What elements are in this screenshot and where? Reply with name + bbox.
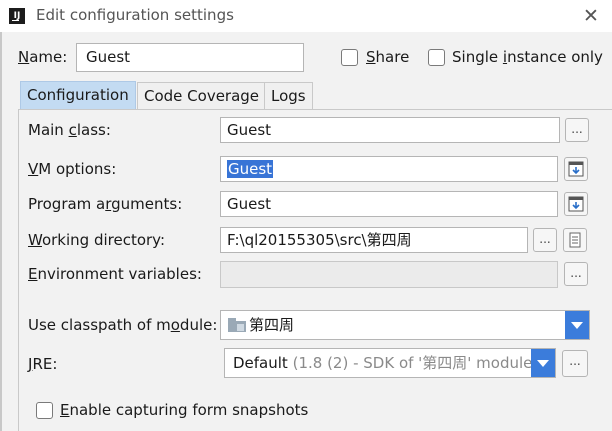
browse-ellipsis-icon: ... (539, 232, 551, 246)
jre-browse-button[interactable]: ... (562, 350, 588, 377)
program-arguments-input[interactable]: Guest (220, 191, 558, 217)
environment-variables-label: Environment variables: (28, 265, 202, 283)
tab-logs[interactable]: Logs (264, 82, 313, 109)
window-title: Edit configuration settings (36, 6, 234, 24)
environment-variables-input[interactable] (220, 261, 558, 288)
title-bar: IJ Edit configuration settings ✕ (0, 0, 612, 32)
vm-options-input[interactable]: Guest (220, 156, 558, 182)
main-class-label: Main class: (28, 121, 111, 139)
environment-variables-browse-button[interactable]: ... (564, 262, 588, 286)
chevron-down-icon[interactable] (531, 349, 555, 377)
browse-ellipsis-icon: ... (571, 122, 583, 136)
jre-value: Default (233, 354, 288, 372)
share-checkbox[interactable] (341, 49, 358, 66)
chevron-down-icon[interactable] (565, 311, 589, 339)
classpath-module-label: Use classpath of module: (28, 316, 218, 334)
document-macro-icon (569, 232, 581, 248)
working-directory-label: Working directory: (28, 231, 166, 249)
expand-text-icon (568, 161, 584, 177)
expand-text-icon (568, 196, 584, 212)
jre-select[interactable]: Default (1.8 (2) - SDK of '第四周' module) (224, 348, 556, 378)
capture-snapshots-checkbox[interactable] (36, 402, 53, 419)
classpath-module-value: 第四周 (249, 316, 295, 334)
close-icon[interactable]: ✕ (578, 3, 604, 29)
program-arguments-label: Program arguments: (28, 195, 183, 213)
module-folder-icon (228, 318, 246, 332)
working-directory-macro-button[interactable] (563, 228, 587, 252)
tab-configuration[interactable]: Configuration (20, 81, 136, 109)
single-instance-label[interactable]: Single instance only (452, 48, 603, 66)
vm-options-label: VM options: (28, 160, 117, 178)
vm-options-expand-button[interactable] (564, 157, 588, 181)
share-label[interactable]: Share (366, 48, 409, 66)
single-instance-checkbox[interactable] (428, 49, 445, 66)
working-directory-input[interactable]: F:\ql20155305\src\第四周 (220, 227, 528, 253)
classpath-module-select[interactable]: 第四周 (220, 310, 590, 340)
main-class-input[interactable]: Guest (220, 117, 560, 143)
browse-ellipsis-icon: ... (570, 266, 582, 280)
tab-code-coverage[interactable]: Code Coverage (137, 82, 267, 109)
name-input[interactable]: Guest (76, 43, 304, 72)
jre-detail: (1.8 (2) - SDK of '第四周' module) (292, 354, 539, 372)
program-arguments-expand-button[interactable] (564, 192, 588, 216)
vm-options-selected-text: Guest (227, 160, 274, 178)
intellij-app-icon: IJ (9, 8, 25, 24)
browse-ellipsis-icon: ... (569, 354, 581, 368)
working-directory-browse-button[interactable]: ... (533, 228, 557, 252)
name-label: Name: (18, 48, 68, 66)
main-class-browse-button[interactable]: ... (565, 118, 589, 142)
capture-snapshots-label[interactable]: Enable capturing form snapshots (60, 401, 308, 419)
window-left-edge (0, 32, 2, 431)
jre-label: JRE: (28, 355, 58, 373)
